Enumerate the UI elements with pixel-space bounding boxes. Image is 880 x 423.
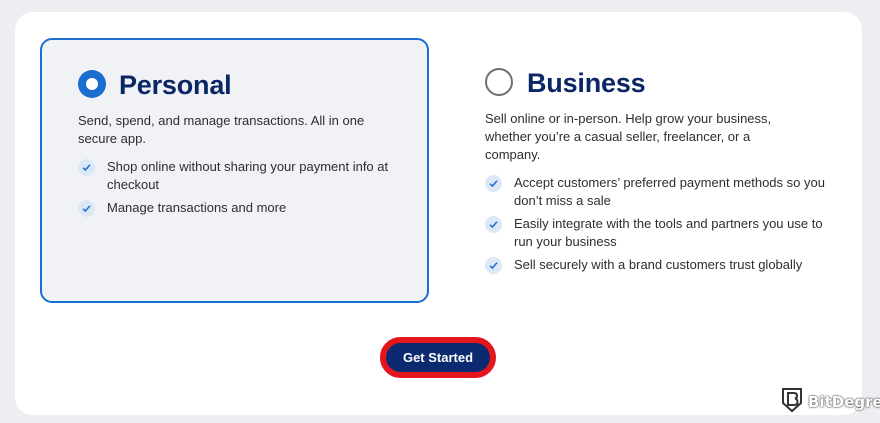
list-item: Shop online without sharing your payment… (78, 158, 398, 194)
bitdegree-watermark: BitDegree (781, 387, 880, 418)
business-feature-list: Accept customers’ preferred payment meth… (485, 174, 825, 279)
business-radio-unselected-icon[interactable] (485, 68, 513, 96)
feature-text: Shop online without sharing your payment… (107, 159, 389, 192)
check-icon (78, 159, 95, 176)
feature-text: Sell securely with a brand customers tru… (514, 257, 803, 272)
check-icon (78, 200, 95, 217)
list-item: Accept customers’ preferred payment meth… (485, 174, 825, 210)
check-icon (485, 257, 502, 274)
bitdegree-shield-logo-icon (781, 387, 803, 418)
check-icon (485, 216, 502, 233)
watermark-text: BitDegree (808, 393, 880, 411)
feature-text: Easily integrate with the tools and part… (514, 216, 823, 249)
feature-text: Accept customers’ preferred payment meth… (514, 175, 825, 208)
cta-highlight-outline: Get Started (380, 337, 496, 378)
personal-account-option[interactable]: Personal Send, spend, and manage transac… (40, 38, 429, 303)
check-icon (485, 175, 502, 192)
list-item: Easily integrate with the tools and part… (485, 215, 825, 251)
personal-title: Personal (119, 70, 232, 100)
personal-feature-list: Shop online without sharing your payment… (78, 158, 398, 222)
feature-text: Manage transactions and more (107, 200, 287, 215)
get-started-button[interactable]: Get Started (386, 343, 490, 372)
list-item: Manage transactions and more (78, 199, 398, 217)
personal-radio-selected-icon[interactable] (78, 70, 106, 98)
list-item: Sell securely with a brand customers tru… (485, 256, 825, 274)
business-description: Sell online or in-person. Help grow your… (485, 111, 772, 162)
business-title: Business (527, 68, 646, 98)
personal-description: Send, spend, and manage transactions. Al… (78, 113, 365, 146)
business-account-option[interactable]: Business Sell online or in-person. Help … (466, 38, 836, 303)
